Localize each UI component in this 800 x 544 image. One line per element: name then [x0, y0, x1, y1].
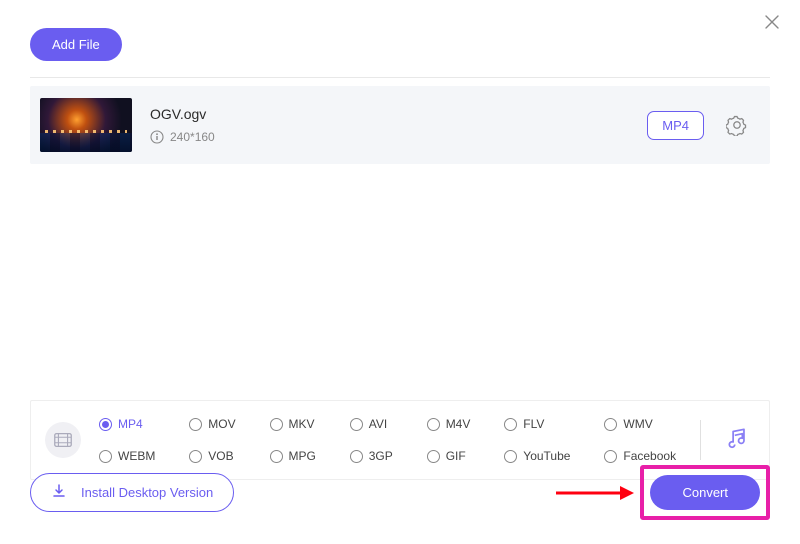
convert-highlight: Convert [640, 465, 770, 520]
radio-icon [427, 450, 440, 463]
add-file-button[interactable]: Add File [30, 28, 122, 61]
file-list: OGV.ogv 240*160 MP4 [30, 77, 770, 164]
radio-icon [350, 450, 363, 463]
format-option-vob[interactable]: VOB [189, 449, 241, 463]
radio-icon [99, 450, 112, 463]
format-label: AVI [369, 417, 387, 431]
convert-button[interactable]: Convert [650, 475, 760, 510]
format-option-gif[interactable]: GIF [427, 449, 477, 463]
format-label: Facebook [623, 449, 676, 463]
format-label: WEBM [118, 449, 155, 463]
format-label: M4V [446, 417, 471, 431]
format-label: WMV [623, 417, 652, 431]
file-meta: 240*160 [150, 130, 647, 144]
radio-icon [504, 418, 517, 431]
format-label: VOB [208, 449, 233, 463]
format-label: YouTube [523, 449, 570, 463]
radio-icon [504, 450, 517, 463]
download-icon [51, 483, 67, 502]
format-option-youtube[interactable]: YouTube [504, 449, 576, 463]
format-option-m4v[interactable]: M4V [427, 417, 477, 431]
radio-icon [350, 418, 363, 431]
file-thumbnail[interactable] [40, 98, 132, 152]
install-desktop-button[interactable]: Install Desktop Version [30, 473, 234, 512]
format-label: GIF [446, 449, 466, 463]
radio-icon [270, 418, 283, 431]
format-label: MKV [289, 417, 315, 431]
gear-icon[interactable] [722, 110, 752, 140]
format-option-mkv[interactable]: MKV [270, 417, 322, 431]
format-option-webm[interactable]: WEBM [99, 449, 161, 463]
panel-divider [700, 420, 701, 460]
format-label: MOV [208, 417, 235, 431]
radio-icon [99, 418, 112, 431]
format-label: FLV [523, 417, 544, 431]
install-desktop-label: Install Desktop Version [81, 485, 213, 500]
format-option-mpg[interactable]: MPG [270, 449, 322, 463]
format-options: MP4 MOV MKV AVI M4V FLV WMV WEBM VOB MPG 3GP GIF You… [99, 413, 682, 467]
radio-icon [604, 418, 617, 431]
radio-icon [270, 450, 283, 463]
file-resolution: 240*160 [170, 130, 215, 144]
video-icon[interactable] [45, 422, 81, 458]
format-option-flv[interactable]: FLV [504, 417, 576, 431]
radio-icon [604, 450, 617, 463]
file-name: OGV.ogv [150, 106, 647, 122]
format-option-wmv[interactable]: WMV [604, 417, 682, 431]
radio-icon [427, 418, 440, 431]
file-row: OGV.ogv 240*160 MP4 [30, 86, 770, 164]
format-label: 3GP [369, 449, 393, 463]
format-option-3gp[interactable]: 3GP [350, 449, 399, 463]
format-label: MPG [289, 449, 316, 463]
info-icon [150, 130, 164, 144]
music-icon[interactable] [721, 421, 755, 460]
close-icon[interactable] [758, 8, 786, 36]
format-option-facebook[interactable]: Facebook [604, 449, 682, 463]
format-option-mp4[interactable]: MP4 [99, 417, 161, 431]
radio-icon [189, 450, 202, 463]
target-format-button[interactable]: MP4 [647, 111, 704, 140]
radio-icon [189, 418, 202, 431]
format-option-avi[interactable]: AVI [350, 417, 399, 431]
format-label: MP4 [118, 417, 143, 431]
format-option-mov[interactable]: MOV [189, 417, 241, 431]
arrow-annotation [554, 484, 634, 502]
